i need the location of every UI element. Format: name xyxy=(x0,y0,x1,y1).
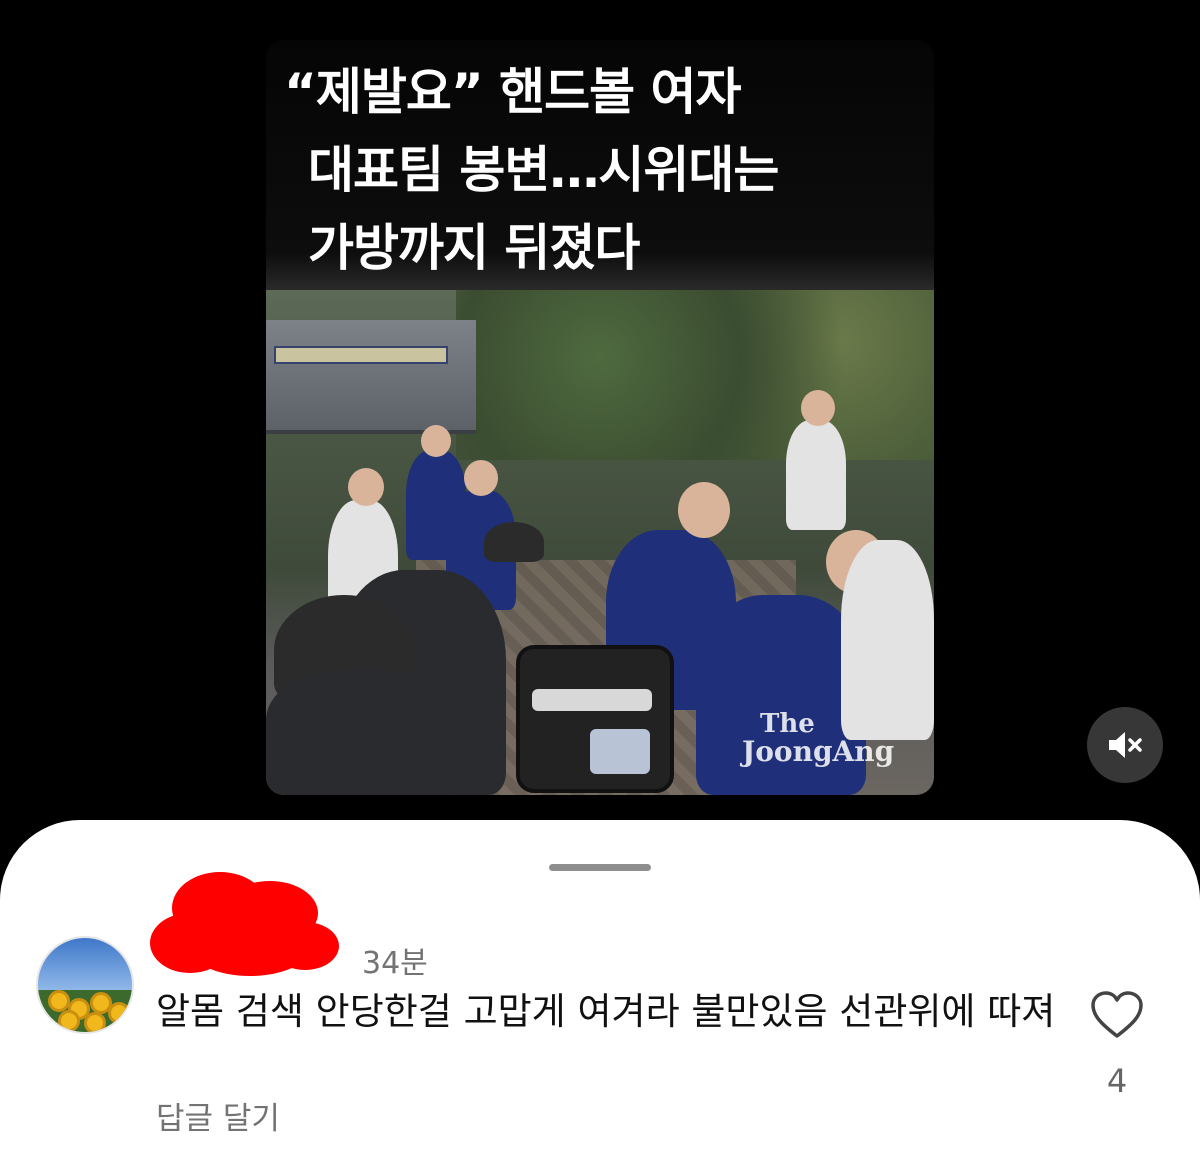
bystander-figure xyxy=(266,670,456,795)
sunflower-icon xyxy=(108,1002,130,1024)
mute-button[interactable] xyxy=(1087,707,1163,783)
avatar-sky xyxy=(38,938,132,990)
comment-timestamp: 34분 xyxy=(362,946,428,981)
person-head xyxy=(348,468,384,506)
username-redaction xyxy=(150,872,339,976)
like-count: 4 xyxy=(1106,1062,1128,1100)
person-head xyxy=(678,482,730,538)
reply-button[interactable]: 답글 달기 xyxy=(156,1093,280,1138)
bystander-figure xyxy=(786,420,846,530)
sunflower-icon xyxy=(58,1010,80,1032)
sunflower-icon xyxy=(48,990,70,1012)
video-frame[interactable]: “제발요” 핸드볼 여자 대표팀 봉변…시위대는 가방까지 뒤졌다 The Jo… xyxy=(266,40,934,795)
building-sign xyxy=(274,346,448,364)
news-photo: The JoongAng xyxy=(266,290,934,795)
video-headline: “제발요” 핸드볼 여자 대표팀 봉변…시위대는 가방까지 뒤졌다 xyxy=(266,40,934,290)
person-head xyxy=(421,425,451,457)
building-background xyxy=(266,320,476,434)
joongang-watermark: The JoongAng xyxy=(742,710,894,766)
bag-stripe xyxy=(532,689,652,711)
headline-line-2: 대표팀 봉변…시위대는 xyxy=(308,141,779,199)
person-head xyxy=(801,390,835,426)
trees-background xyxy=(456,290,934,460)
sheet-drag-handle[interactable] xyxy=(549,864,651,871)
cap xyxy=(484,522,544,562)
comments-sheet: v t 34분 알몸 검색 안당한걸 고맙게 여겨라 불만있음 선관위에 따져 … xyxy=(0,820,1200,1160)
sunflower-icon xyxy=(84,1012,106,1032)
sports-bag xyxy=(516,645,674,793)
watermark-line-2: JoongAng xyxy=(742,735,895,768)
bag-pocket xyxy=(590,729,650,774)
video-player[interactable]: “제발요” 핸드볼 여자 대표팀 봉변…시위대는 가방까지 뒤졌다 The Jo… xyxy=(0,0,1200,860)
comment-text: 알몸 검색 안당한걸 고맙게 여겨라 불만있음 선관위에 따져 xyxy=(156,990,1056,1033)
speaker-muted-icon xyxy=(1109,732,1142,758)
headline-line-1: “제발요” 핸드볼 여자 xyxy=(284,63,742,121)
headline-line-3: 가방까지 뒤졌다 xyxy=(308,219,640,277)
person-head xyxy=(464,460,498,496)
heart-outline-icon[interactable] xyxy=(1090,990,1144,1040)
avatar[interactable] xyxy=(36,936,134,1034)
watermark-line-1: The xyxy=(760,709,815,739)
